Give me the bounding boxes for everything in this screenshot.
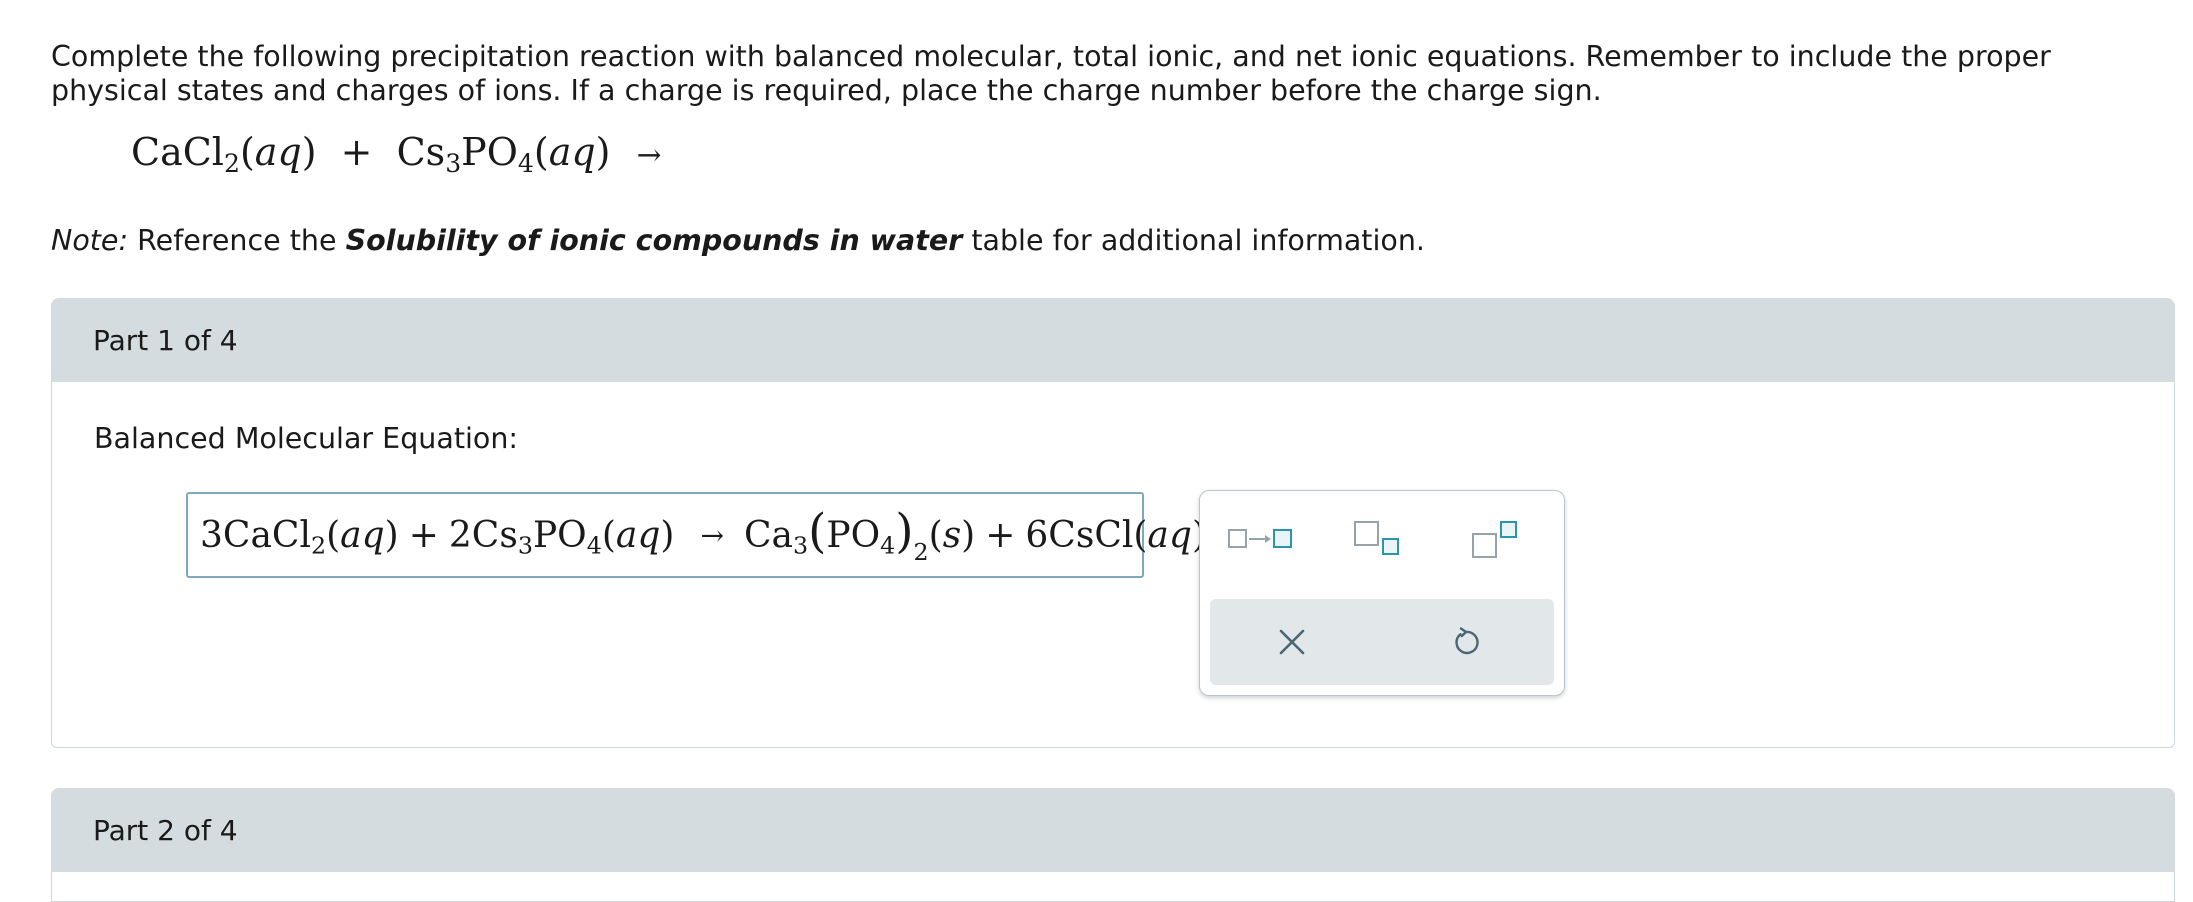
- part-1-body: Balanced Molecular Equation: 3CaCl2(aq) …: [51, 382, 2175, 748]
- undo-icon[interactable]: [1416, 599, 1516, 685]
- plus-sign: +: [340, 130, 373, 174]
- solubility-table-link[interactable]: Solubility of ionic compounds in water: [346, 224, 963, 257]
- answer-arrow: →: [700, 518, 724, 552]
- reaction-arrow: →: [636, 137, 662, 172]
- reaction-equation: CaCl2(aq) + Cs3PO4(aq) →: [131, 130, 667, 179]
- base-box-icon: [1472, 533, 1497, 558]
- rotate-icon: [1455, 627, 1479, 655]
- output-box-icon: [1273, 529, 1292, 548]
- question-instructions: Complete the following precipitation rea…: [51, 40, 2051, 107]
- input-box-icon: [1228, 529, 1247, 548]
- part-2-body: [51, 872, 2175, 902]
- part-2-title: Part 2 of 4: [93, 813, 238, 847]
- note-text-1: Reference the: [137, 224, 337, 257]
- page: Complete the following precipitation rea…: [0, 0, 2193, 902]
- part-2-header: Part 2 of 4: [51, 788, 2175, 872]
- superscript-icon[interactable]: [1468, 517, 1528, 565]
- reactant-1: CaCl2(aq): [131, 130, 317, 179]
- balanced-molecular-equation-label: Balanced Molecular Equation:: [94, 422, 519, 455]
- part-1-title: Part 1 of 4: [93, 323, 238, 357]
- answer-product-2: 6CsCl(aq): [1025, 514, 1206, 556]
- answer-term-1: 3CaCl2(aq): [200, 514, 399, 560]
- answer-term-2: 2Cs3PO4(aq): [448, 514, 675, 560]
- base-box-icon: [1354, 521, 1379, 546]
- answer-plus-2: +: [985, 514, 1016, 556]
- subscript-icon[interactable]: [1350, 517, 1410, 565]
- note-text-2: table for additional information.: [971, 224, 1425, 257]
- answer-input[interactable]: 3CaCl2(aq) + 2Cs3PO4(aq) → Ca3(PO4)2(s) …: [186, 492, 1206, 578]
- toolbar-actions: [1210, 599, 1554, 685]
- superscript-box-icon: [1500, 521, 1517, 538]
- subscript-box-icon: [1382, 538, 1399, 555]
- equation-toolbar: [1199, 490, 1565, 696]
- reaction-arrow-icon[interactable]: [1220, 517, 1312, 557]
- clear-icon[interactable]: [1242, 599, 1342, 685]
- note-prefix: Note:: [51, 224, 129, 257]
- arrow-icon: [1249, 535, 1271, 543]
- answer-plus-1: +: [408, 514, 439, 556]
- part-1-header: Part 1 of 4: [51, 298, 2175, 382]
- reactant-2: Cs3PO4(aq): [396, 130, 611, 179]
- reference-note: Note: Reference the Solubility of ionic …: [51, 224, 1425, 257]
- answer-product-1: Ca3(PO4)2(s): [743, 504, 976, 566]
- close-icon: [1279, 629, 1305, 655]
